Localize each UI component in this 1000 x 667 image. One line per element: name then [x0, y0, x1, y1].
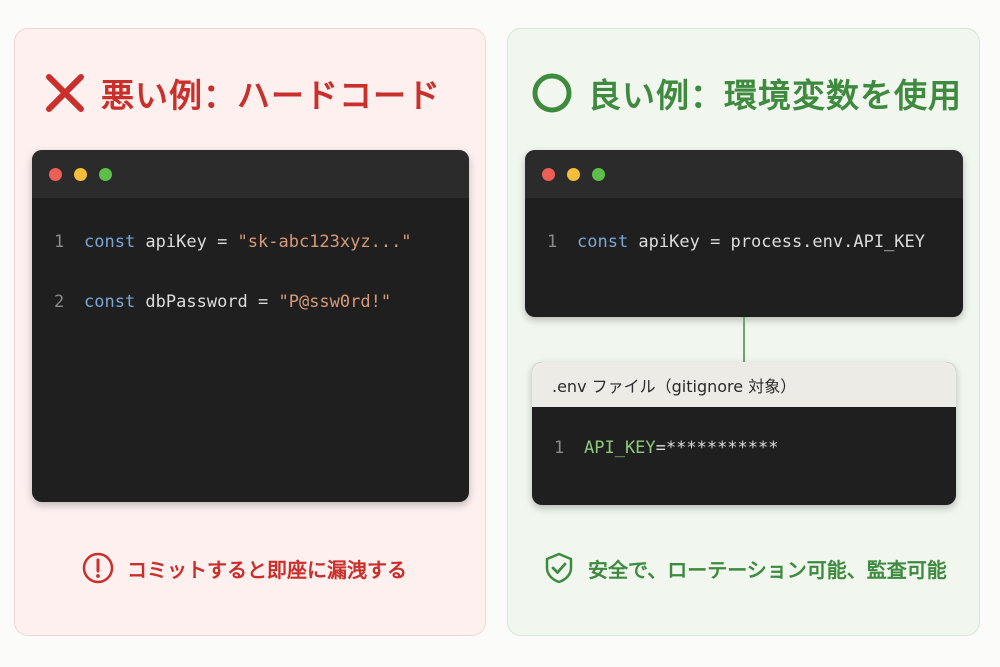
bad-example-heading: 悪い例：ハードコード — [43, 69, 441, 117]
minimize-dot-icon — [74, 167, 87, 181]
good-footer-text: 安全で、ローテーション可能、監査可能 — [588, 557, 947, 582]
close-dot-icon — [49, 167, 62, 181]
circle-icon — [532, 73, 572, 113]
code-line: 1 const apiKey = process.env.API_KEY — [547, 232, 925, 252]
window-titlebar — [525, 150, 963, 198]
good-footer-note: 安全で、ローテーション可能、監査可能 — [542, 551, 947, 585]
code-line: 2 const dbPassword = "P@ssw0rd!" — [54, 292, 392, 312]
env-code-line: 1 API_KEY=*********** — [554, 438, 779, 458]
bad-footer-text: コミットすると即座に漏洩する — [127, 557, 407, 582]
bad-example-title: 悪い例：ハードコード — [101, 76, 441, 115]
cross-icon — [46, 74, 84, 112]
bad-example-panel: 悪い例：ハードコード 1 const apiKey = "sk-abc123xyz… — [14, 28, 486, 636]
good-code-window: 1 const apiKey = process.env.API_KEY — [525, 150, 963, 317]
good-example-title: 良い例：環境変数を使用 — [588, 76, 962, 115]
env-file-window: .env ファイル（gitignore 対象） 1 API_KEY=*******… — [532, 362, 956, 505]
close-dot-icon — [542, 167, 555, 181]
maximize-dot-icon — [99, 167, 112, 181]
minimize-dot-icon — [567, 167, 580, 181]
bad-code-window: 1 const apiKey = "sk-abc123xyz..." 2 const… — [32, 150, 469, 502]
env-file-title: .env ファイル（gitignore 対象） — [532, 362, 956, 407]
connector-line — [743, 317, 745, 362]
good-example-panel: 良い例：環境変数を使用 1 const apiKey = process.env.… — [507, 28, 980, 636]
maximize-dot-icon — [592, 167, 605, 181]
good-example-heading: 良い例：環境変数を使用 — [530, 69, 962, 117]
shield-check-icon — [545, 552, 573, 584]
alert-circle-icon — [82, 552, 114, 584]
window-titlebar — [32, 150, 469, 198]
code-line: 1 const apiKey = "sk-abc123xyz..." — [54, 232, 412, 252]
bad-footer-note: コミットすると即座に漏洩する — [81, 551, 407, 585]
